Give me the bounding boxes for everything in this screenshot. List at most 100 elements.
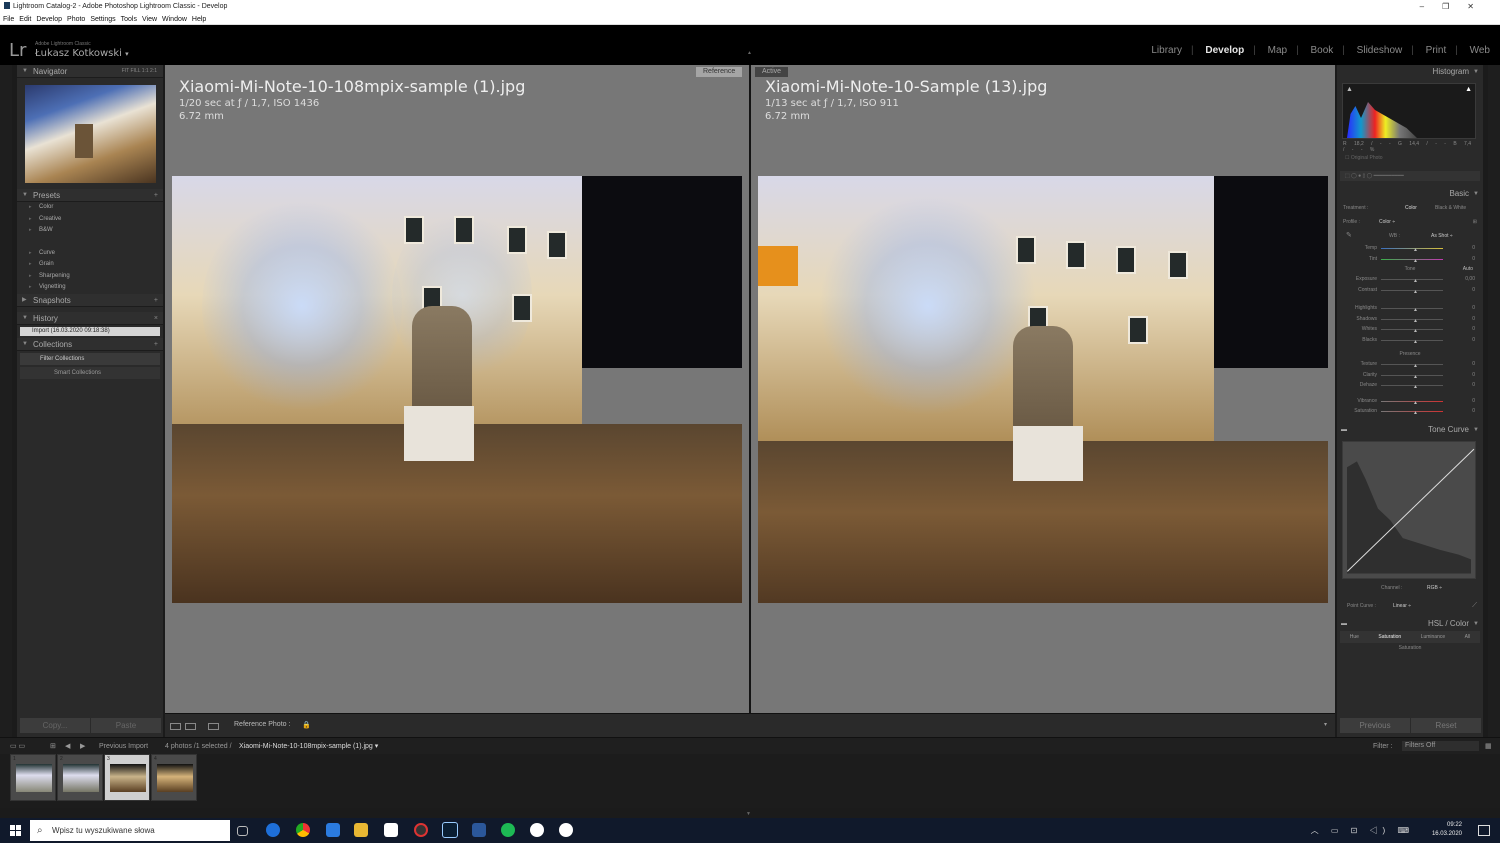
minimize-button[interactable]: –	[1420, 2, 1442, 11]
auto-tone-button[interactable]: Auto	[1463, 264, 1473, 274]
presets-header[interactable]: ▼ Presets +	[17, 189, 163, 202]
reset-button[interactable]: Reset	[1411, 718, 1481, 733]
channel-select[interactable]: RGB ÷	[1427, 581, 1442, 595]
history-header[interactable]: ▼ History ×	[17, 311, 163, 325]
menu-file[interactable]: File	[3, 16, 14, 23]
active-pane[interactable]: Active Xiaomi-Mi-Note-10-Sample (13).jpg…	[751, 65, 1335, 713]
spotify-icon[interactable]	[501, 823, 515, 837]
lightroom-taskbar-icon[interactable]	[442, 822, 458, 838]
module-print[interactable]: Print	[1426, 45, 1447, 56]
clear-history-icon[interactable]: ×	[154, 312, 158, 325]
filter-lock-icon[interactable]: ▦	[1485, 738, 1492, 755]
tone-curve-graph[interactable]	[1342, 440, 1476, 579]
preset-bw[interactable]: B&W	[17, 225, 163, 237]
history-item[interactable]: Import (16.03.2020 09:18:38)	[20, 326, 160, 336]
task-view-icon[interactable]	[237, 826, 248, 836]
reference-pane[interactable]: Reference Xiaomi-Mi-Note-10-108mpix-samp…	[165, 65, 749, 713]
tone-curve-header[interactable]: ▬ Tone Curve ▼	[1337, 423, 1483, 437]
menu-tools[interactable]: Tools	[121, 16, 137, 23]
slider-texture[interactable]: Texture ▲ 0	[1337, 359, 1483, 370]
navigator-preview[interactable]	[25, 85, 156, 183]
file-explorer-icon[interactable]	[354, 823, 368, 837]
active-photo[interactable]	[758, 176, 1328, 603]
taskbar-search[interactable]: ⌕ Wpisz tu wyszukiwane słowa	[30, 820, 230, 841]
slider-highlights[interactable]: Highlights ▲ 0	[1337, 303, 1483, 314]
lock-icon[interactable]: 🔒	[302, 721, 311, 729]
menu-window[interactable]: Window	[162, 16, 187, 23]
slider-tint[interactable]: Tint ▲ 0	[1337, 254, 1483, 265]
original-photo-toggle[interactable]: ☐ Original Photo	[1337, 155, 1483, 161]
preset-sharpening[interactable]: Sharpening	[17, 271, 163, 283]
todo-icon[interactable]	[326, 823, 340, 837]
previous-button[interactable]: Previous	[1340, 718, 1410, 733]
slider-temp[interactable]: Temp ▲ 0	[1337, 243, 1483, 254]
module-web[interactable]: Web	[1470, 45, 1490, 56]
forward-arrow-icon[interactable]: ▶	[80, 738, 85, 755]
add-snapshot-icon[interactable]: +	[154, 294, 158, 307]
menu-view[interactable]: View	[142, 16, 157, 23]
toolbar-menu-icon[interactable]: ▾	[1324, 721, 1327, 728]
menu-photo[interactable]: Photo	[67, 16, 85, 23]
basic-header[interactable]: Basic ▼	[1337, 187, 1483, 201]
module-slideshow[interactable]: Slideshow	[1357, 45, 1403, 56]
app-icon[interactable]	[414, 823, 428, 837]
clock[interactable]: 09:22 16.03.2020	[1432, 821, 1462, 839]
slider-dehaze[interactable]: Dehaze ▲ 0	[1337, 380, 1483, 391]
hsl-header[interactable]: ▬ HSL / Color ▼	[1337, 617, 1483, 631]
preset-vignetting[interactable]: Vignetting	[17, 282, 163, 294]
slider-blacks[interactable]: Blacks ▲ 0	[1337, 335, 1483, 346]
filmstrip-grid-icon[interactable]: ▭ ▭	[10, 738, 25, 755]
right-edge-toggle[interactable]	[1488, 65, 1500, 737]
treatment-bw[interactable]: Black & White	[1435, 201, 1466, 215]
selected-file[interactable]: Xiaomi-Mi-Note-10-108mpix-sample (1).jpg…	[239, 738, 378, 755]
module-develop[interactable]: Develop	[1205, 45, 1244, 56]
navigator-header[interactable]: ▼ Navigator FIT FILL 1:1 2:1	[17, 65, 163, 78]
filmstrip-thumb[interactable]: 2	[57, 754, 103, 801]
loupe-view-icon[interactable]	[170, 723, 181, 730]
tool-strip[interactable]: ⬚ ◯ ● ▯ ◯ ━━━━━━━━━━	[1340, 171, 1480, 181]
slider-clarity[interactable]: Clarity ▲ 0	[1337, 370, 1483, 381]
app-icon[interactable]	[530, 823, 544, 837]
bottom-panel-toggle[interactable]: ▼	[746, 811, 751, 817]
top-panel-toggle[interactable]: ▲	[747, 50, 752, 56]
swap-compare-icon[interactable]	[208, 723, 219, 730]
menu-develop[interactable]: Develop	[36, 16, 62, 23]
preset-curve[interactable]: Curve	[17, 248, 163, 260]
slider-exposure[interactable]: Exposure ▲ 0,00	[1337, 274, 1483, 285]
treatment-color[interactable]: Color	[1405, 201, 1417, 215]
app-icon[interactable]	[559, 823, 573, 837]
filter-collections[interactable]: Filter Collections	[20, 352, 160, 365]
histogram[interactable]: ▲ ▲	[1342, 83, 1476, 139]
word-icon[interactable]	[472, 823, 486, 837]
profile-browser-icon[interactable]: ⊞	[1473, 215, 1477, 229]
add-collection-icon[interactable]: +	[154, 338, 158, 351]
before-after-icon[interactable]	[185, 723, 196, 730]
preset-creative[interactable]: Creative	[17, 214, 163, 226]
maximize-button[interactable]: ❐	[1442, 2, 1467, 11]
snapshots-header[interactable]: ▶ Snapshots +	[17, 293, 163, 307]
windows-start-icon[interactable]	[10, 825, 21, 836]
chrome-icon[interactable]	[296, 823, 310, 837]
smart-collections[interactable]: Smart Collections	[20, 366, 160, 379]
tab-hue[interactable]: Hue	[1350, 634, 1359, 640]
edge-icon[interactable]	[266, 823, 280, 837]
filmstrip-thumb[interactable]: 1	[10, 754, 56, 801]
preset-grain[interactable]: Grain	[17, 259, 163, 271]
module-map[interactable]: Map	[1268, 45, 1287, 56]
eyedropper-icon[interactable]: ✎	[1346, 229, 1352, 243]
profile-select[interactable]: Color ÷	[1379, 215, 1395, 229]
slider-whites[interactable]: Whites ▲ 0	[1337, 324, 1483, 335]
edit-curve-icon[interactable]: ⟋	[1472, 599, 1477, 613]
menu-settings[interactable]: Settings	[90, 16, 115, 23]
module-library[interactable]: Library	[1151, 45, 1182, 56]
copy-button[interactable]: Copy...	[20, 718, 90, 733]
wb-select[interactable]: As Shot ÷	[1431, 229, 1453, 243]
point-curve-select[interactable]: Linear ÷	[1393, 599, 1411, 613]
histogram-header[interactable]: Histogram ▼	[1337, 65, 1483, 79]
collections-header[interactable]: ▼ Collections +	[17, 337, 163, 351]
app-icon[interactable]	[384, 823, 398, 837]
filmstrip-thumb[interactable]: 4	[151, 754, 197, 801]
system-tray-icons[interactable]: ︿ ▭ ⊡ ◁) ⌨	[1311, 825, 1414, 836]
slider-vibrance[interactable]: Vibrance ▲ 0	[1337, 396, 1483, 407]
menu-help[interactable]: Help	[192, 16, 206, 23]
